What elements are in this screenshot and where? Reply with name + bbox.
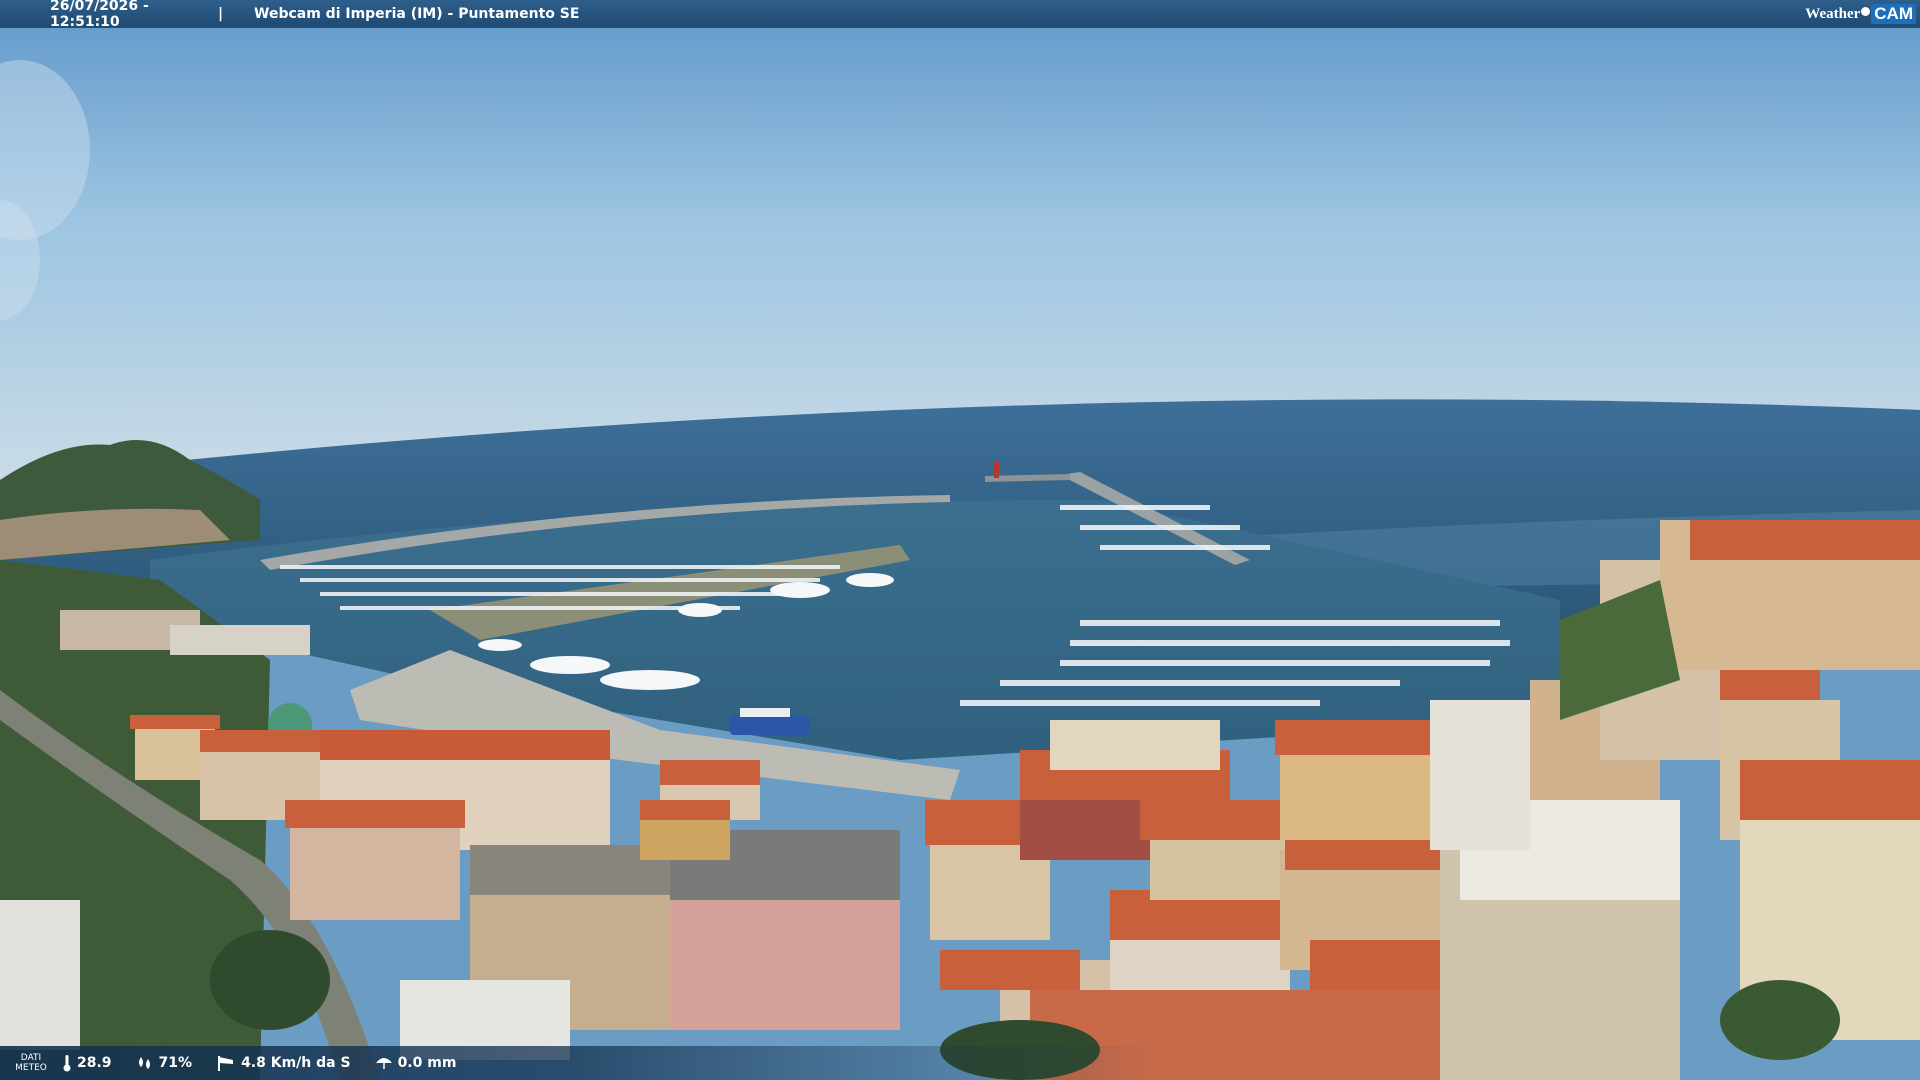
humidity-reading: 71% [136,1055,193,1071]
roof [285,800,465,828]
webcam-title: Webcam di Imperia (IM) - Puntamento SE [254,6,580,22]
roof [1140,800,1300,840]
building [0,900,80,1050]
roof [1285,840,1445,870]
meteo-label-line2: METEO [15,1063,47,1073]
rain-value: 0.0 mm [397,1055,457,1071]
webcam-frame: 26/07/2026 - 12:51:10 | Webcam di Imperi… [0,0,1920,1080]
temperature-reading: 28.9 [62,1054,112,1072]
wind-sock-icon [218,1056,234,1071]
logo-dot-icon [1861,6,1871,16]
building [1430,700,1530,850]
lighthouse [994,462,999,478]
roof [640,800,730,820]
roof [320,730,610,760]
meteo-bar: DATI METEO 28.9 71% 4.8 Km/h da S 0.0 mm [0,1046,1920,1080]
rain-reading: 0.0 mm [375,1055,457,1071]
thermometer-icon [63,1055,71,1072]
roof [1690,520,1920,560]
temperature-value: 28.9 [77,1055,112,1071]
tree [210,930,330,1030]
webcam-image [0,0,1920,1080]
roof [660,760,760,785]
humidity-value: 71% [158,1055,193,1071]
webcam-header-bar: 26/07/2026 - 12:51:10 | Webcam di Imperi… [0,0,1920,30]
wind-value: 4.8 Km/h da S [241,1055,351,1071]
meteo-label-line1: DATI [20,1053,42,1063]
meteo-label: DATI METEO [0,1053,62,1073]
logo-weather-text: Weather [1805,5,1861,22]
humidity-drops-icon [138,1057,150,1069]
wind-reading: 4.8 Km/h da S [216,1054,351,1072]
header-separator: | [218,6,224,22]
building [1050,720,1220,770]
ferry [730,715,810,735]
logo-cam-text: CAM [1871,4,1916,24]
timestamp: 26/07/2026 - 12:51:10 [50,0,149,30]
weathercam-logo: Weather CAM [1805,3,1916,25]
roof [130,715,220,729]
roof [1740,760,1920,820]
umbrella-icon [375,1058,392,1069]
roof [1275,720,1435,755]
building [170,625,310,655]
roof [940,950,1080,990]
ferry-top [740,708,790,717]
